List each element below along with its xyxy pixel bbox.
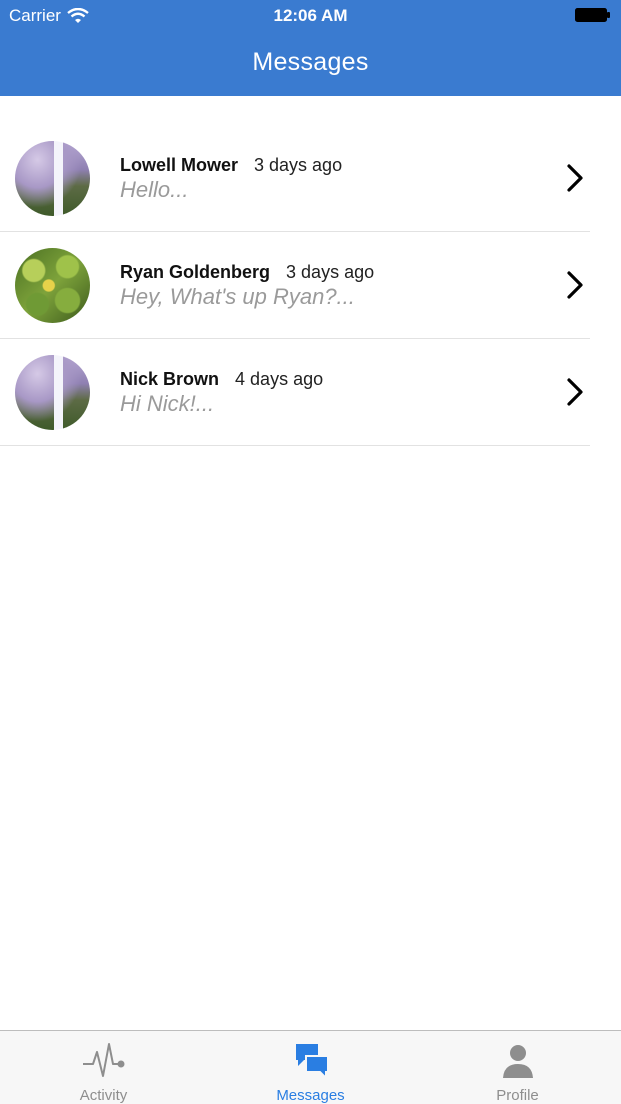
message-time: 4 days ago [235, 369, 324, 389]
chevron-right-icon[interactable] [566, 163, 584, 193]
chevron-right-icon[interactable] [566, 377, 584, 407]
tab-activity[interactable]: Activity [0, 1031, 207, 1104]
conversation-row[interactable]: Lowell Mower 3 days ago Hello... [0, 125, 590, 232]
message-time: 3 days ago [286, 262, 375, 282]
conversation-name-line: Nick Brown 4 days ago [120, 369, 323, 390]
conversation-list: Lowell Mower 3 days ago Hello... Ryan Gol… [0, 125, 590, 446]
app-header: Carrier 12:06 AM Messages [0, 0, 621, 96]
activity-icon [83, 1043, 125, 1077]
contact-name: Nick Brown [120, 369, 220, 389]
profile-icon [503, 1045, 533, 1078]
contact-name: Lowell Mower [120, 155, 239, 175]
tab-label: Activity [79, 1087, 128, 1104]
chevron-right-icon[interactable] [566, 270, 584, 300]
conversation-name-line: Lowell Mower 3 days ago [120, 155, 342, 176]
battery-icon [575, 8, 610, 22]
conversation-row[interactable]: Nick Brown 4 days ago Hi Nick!... [0, 339, 590, 446]
status-time: 12:06 AM [273, 6, 348, 25]
messages-icon [296, 1044, 329, 1080]
message-preview: Hello... [120, 177, 189, 202]
status-bar: Carrier 12:06 AM [0, 0, 621, 32]
avatar [15, 248, 90, 323]
message-preview: Hey, What's up Ryan?... [120, 284, 355, 309]
tab-label: Messages [276, 1087, 345, 1104]
page-title: Messages [252, 48, 369, 76]
message-preview: Hi Nick!... [120, 391, 215, 416]
avatar [15, 141, 90, 216]
avatar [15, 355, 90, 430]
tab-label: Profile [496, 1087, 539, 1104]
tab-messages[interactable]: Messages [207, 1031, 414, 1104]
contact-name: Ryan Goldenberg [120, 262, 271, 282]
conversation-name-line: Ryan Goldenberg 3 days ago [120, 262, 374, 283]
conversation-row[interactable]: Ryan Goldenberg 3 days ago Hey, What's up… [0, 232, 590, 339]
tab-profile[interactable]: Profile [414, 1031, 621, 1104]
tab-bar: Activity Messages Profile [0, 1030, 621, 1104]
message-time: 3 days ago [254, 155, 343, 175]
